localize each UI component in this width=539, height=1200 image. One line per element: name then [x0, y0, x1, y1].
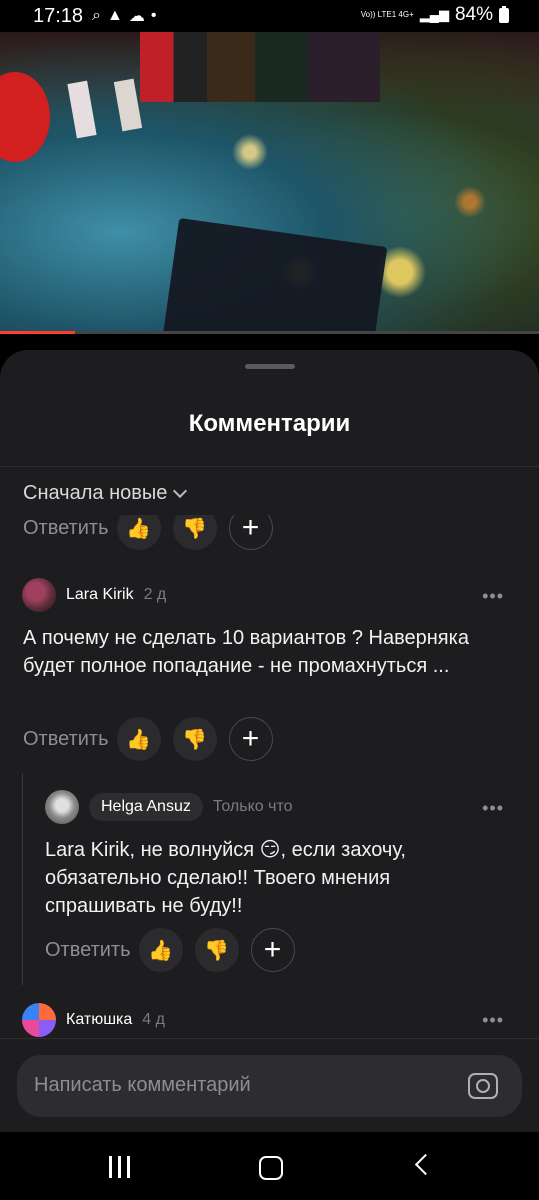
thumbs-up-icon: 👍	[148, 939, 173, 962]
reply-date: Только что	[212, 798, 293, 815]
cloud-icon: ☁	[128, 8, 145, 25]
dislike-button[interactable]: 👎	[194, 928, 239, 972]
video-progress-bar[interactable]	[0, 331, 539, 334]
thumbs-down-icon: 👎	[204, 939, 229, 962]
video-progress-fill	[0, 331, 76, 334]
navigation-bar	[0, 1132, 539, 1200]
comment-header: Катюшка 4 д	[22, 1003, 165, 1037]
like-button[interactable]: 👍	[138, 928, 183, 972]
recent-apps-icon-bar	[109, 1156, 112, 1178]
battery-percent: 84%	[454, 4, 493, 25]
video-crystal	[67, 80, 97, 139]
reply-author[interactable]: Helga Ansuz	[89, 793, 203, 821]
home-button[interactable]	[259, 1156, 283, 1180]
status-icons: ⌕ ▲ ☁ •	[92, 6, 156, 26]
reply-header: Helga Ansuz Только что	[45, 790, 293, 824]
video-player[interactable]	[0, 32, 539, 334]
thumbs-down-icon: 👎	[182, 728, 207, 751]
thumbs-up-icon: 👍	[126, 728, 151, 751]
search-icon: ⌕	[92, 7, 101, 24]
comment-input-placeholder: Написать комментарий	[34, 1074, 251, 1096]
battery-icon	[499, 5, 509, 23]
reply-button[interactable]: Ответить	[23, 728, 109, 751]
comment-text: А почему не сделать 10 вариантов ? Навер…	[23, 627, 469, 677]
like-button[interactable]: 👍	[116, 717, 161, 761]
sort-label: Сначала новые	[23, 482, 168, 504]
reply-actions: Ответить 👍 👎 +	[45, 928, 295, 972]
comment-author[interactable]: Катюшка	[66, 1011, 132, 1029]
status-time: 17:18	[33, 5, 84, 27]
status-bar: 17:18 ⌕ ▲ ☁ • Vo)) LTE1 4G+ ▂▄▆ 84%	[0, 0, 539, 32]
comment-author[interactable]: Lara Kirik	[66, 586, 134, 604]
thumbs-down-icon: 👎	[182, 517, 207, 540]
recent-apps-icon-bar	[118, 1156, 121, 1178]
comments-sheet: Комментарии Ответить 👍 👎 + Сначала новые…	[0, 350, 539, 1132]
comment-composer-bar: Написать комментарий	[0, 1038, 539, 1133]
reply-button[interactable]: Ответить	[23, 517, 109, 540]
back-button[interactable]	[414, 1153, 437, 1176]
add-reaction-button[interactable]: +	[250, 928, 295, 972]
video-crystal	[113, 78, 143, 132]
network-indicator: Vo)) LTE1 4G+	[360, 10, 414, 19]
sheet-title: Комментарии	[188, 410, 351, 437]
dot-icon: •	[150, 7, 157, 24]
comment-header: Lara Kirik 2 д	[22, 578, 166, 612]
video-tarot-card	[162, 217, 388, 334]
chevron-down-icon	[173, 483, 188, 499]
more-options-icon[interactable]: •••	[482, 798, 504, 819]
video-books	[140, 32, 380, 102]
reply-text: Lara Kirik, не волнуйся 😏, если захочу, …	[45, 839, 406, 917]
comment-input[interactable]: Написать комментарий	[17, 1055, 522, 1117]
reply-button[interactable]: Ответить	[45, 939, 131, 962]
more-options-icon[interactable]: •••	[482, 586, 504, 607]
camera-icon[interactable]	[468, 1073, 498, 1099]
thumbs-up-icon: 👍	[126, 517, 151, 540]
recent-apps-icon-bar	[127, 1156, 130, 1178]
status-right: Vo)) LTE1 4G+ ▂▄▆ 84%	[361, 4, 509, 26]
comment-actions: Ответить 👍 👎 +	[23, 717, 273, 761]
add-reaction-button[interactable]: +	[228, 717, 273, 761]
reply-thread-line	[22, 773, 23, 985]
avatar[interactable]	[22, 1003, 56, 1037]
plus-icon: +	[241, 511, 260, 544]
sheet-drag-handle[interactable]	[245, 364, 295, 369]
signal-icon: ▂▄▆	[419, 7, 449, 22]
comment-date: 2 д	[143, 586, 167, 603]
more-options-icon[interactable]: •••	[482, 1010, 504, 1031]
dislike-button[interactable]: 👎	[172, 717, 217, 761]
plus-icon: +	[263, 933, 282, 966]
video-red-object	[0, 72, 50, 162]
sort-selector[interactable]: Сначала новые	[23, 482, 188, 505]
recent-apps-button[interactable]	[109, 1156, 130, 1178]
plus-icon: +	[241, 722, 260, 755]
warning-icon: ▲	[106, 7, 123, 24]
avatar[interactable]	[22, 578, 56, 612]
comment-date: 4 д	[142, 1011, 165, 1028]
avatar[interactable]	[45, 790, 79, 824]
